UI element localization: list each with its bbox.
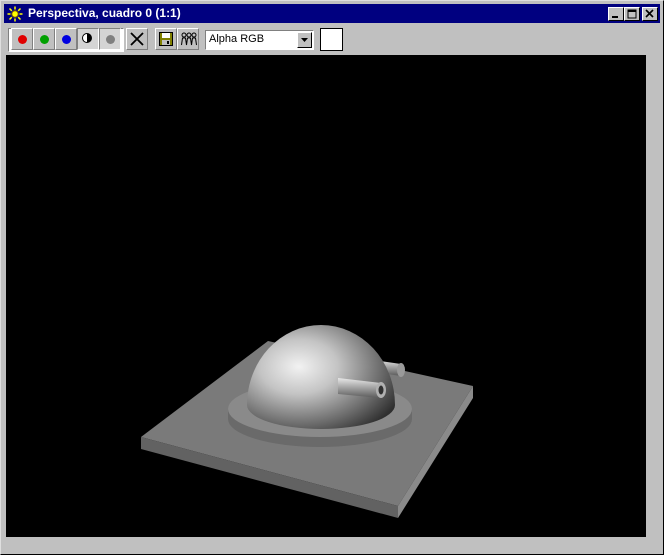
channel-display-select[interactable]: Alpha RGB [205,30,314,50]
horizontal-scrollbar[interactable] [6,537,662,553]
people-icon [181,32,197,46]
minimize-icon [612,16,618,18]
back-pipe-end [397,363,405,377]
blue-channel-button[interactable] [55,28,77,50]
frame-window: Perspectiva, cuadro 0 (1:1) Alpha RGB [0,0,664,555]
maximize-button[interactable] [624,7,640,21]
channel-display-value: Alpha RGB [209,33,265,45]
toolbar: Alpha RGB [4,25,660,53]
red-channel-button[interactable] [11,28,33,50]
vertical-scrollbar[interactable] [646,55,662,537]
red-dot-icon [18,35,27,44]
app-icon [7,6,23,22]
mono-channel-button[interactable] [99,28,121,50]
close-icon [645,9,654,18]
front-pipe-hole [378,385,384,395]
blue-dot-icon [62,35,71,44]
maximize-icon [627,9,637,19]
floppy-disk-icon [159,32,173,46]
save-button[interactable] [155,28,177,50]
clear-button[interactable] [126,28,148,50]
gray-dot-icon [106,35,115,44]
title-bar[interactable]: Perspectiva, cuadro 0 (1:1) [4,4,660,23]
window-title: Perspectiva, cuadro 0 (1:1) [28,6,181,20]
green-channel-button[interactable] [33,28,55,50]
close-button[interactable] [642,7,658,21]
clone-button[interactable] [177,28,199,50]
half-circle-icon [82,33,92,43]
dome [247,325,395,429]
render-viewport [6,55,646,537]
minimize-button[interactable] [608,7,624,21]
alpha-channel-button[interactable] [77,28,99,50]
chevron-down-icon [301,38,308,42]
dropdown-arrow-button[interactable] [297,32,312,48]
green-dot-icon [40,35,49,44]
x-icon [130,32,144,46]
background-color-swatch[interactable] [320,28,343,51]
rendered-scene [141,325,473,518]
